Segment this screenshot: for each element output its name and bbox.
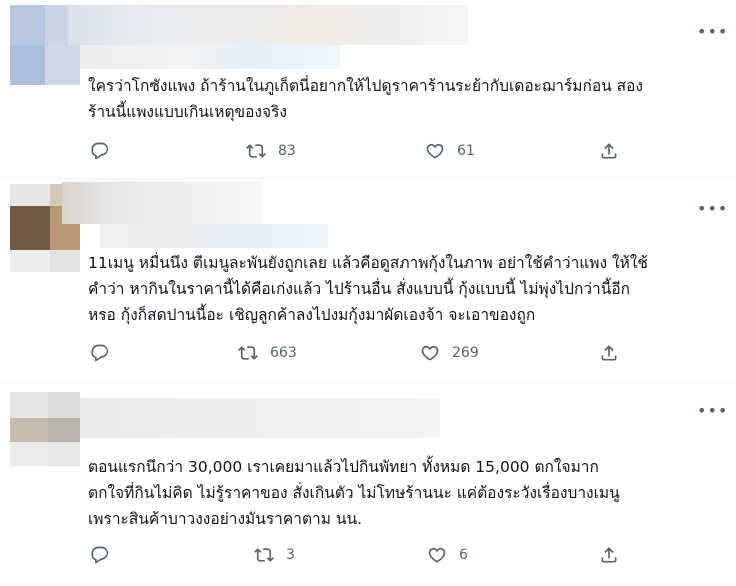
retweet-count: 83 [278, 143, 296, 159]
reply-icon [91, 344, 109, 362]
share-button[interactable] [599, 543, 619, 567]
retweet-button[interactable]: 663 [238, 341, 297, 365]
retweet-icon [246, 144, 266, 158]
avatar[interactable] [10, 392, 80, 466]
reply-button[interactable] [90, 341, 122, 365]
more-icon[interactable]: ••• [697, 24, 728, 40]
tweet-text: ตอนแรกนึกว่า 30,000 เราเคยมาแล้วไปกินพัท… [88, 458, 620, 528]
retweet-count: 663 [270, 345, 297, 361]
tweet-actions: 663 269 [90, 341, 630, 365]
tweet-text: ใครว่าโกซังแพง ถ้าร้านในภูเก็ตนี่อยากให้… [88, 77, 644, 121]
blurred-handle [100, 224, 328, 248]
more-icon[interactable]: ••• [697, 403, 728, 419]
share-icon [601, 143, 617, 159]
blurred-username [80, 398, 440, 438]
more-icon[interactable]: ••• [697, 201, 728, 217]
reply-icon [91, 546, 109, 564]
like-button[interactable]: 61 [425, 139, 475, 163]
blurred-handle [80, 45, 340, 69]
heart-icon [426, 143, 444, 159]
like-count: 6 [459, 547, 468, 563]
blurred-username [68, 5, 468, 45]
share-button[interactable] [599, 139, 619, 163]
tweet-actions: 3 6 [90, 543, 630, 567]
retweet-count: 3 [286, 547, 295, 563]
reply-button[interactable] [90, 543, 122, 567]
like-button[interactable]: 269 [420, 341, 479, 365]
like-count: 269 [452, 345, 479, 361]
blurred-username [62, 182, 262, 224]
share-icon [601, 547, 617, 563]
like-button[interactable]: 6 [427, 543, 468, 567]
tweet-2[interactable]: ••• 11เมนู หมื่นนึง ตีเมนูละพันยังถูกเลย… [0, 179, 736, 381]
tweet-actions: 83 61 [90, 139, 630, 163]
tweet-text: 11เมนู หมื่นนึง ตีเมนูละพันยังถูกเลย แล้… [88, 254, 648, 324]
retweet-button[interactable]: 3 [254, 543, 295, 567]
heart-icon [421, 345, 439, 361]
reply-icon [91, 142, 109, 160]
retweet-button[interactable]: 83 [246, 139, 296, 163]
share-button[interactable] [599, 341, 619, 365]
share-icon [601, 345, 617, 361]
retweet-icon [254, 548, 274, 562]
tweet-1[interactable]: ••• ใครว่าโกซังแพง ถ้าร้านในภูเก็ตนี่อยา… [0, 0, 736, 178]
reply-button[interactable] [90, 139, 122, 163]
like-count: 61 [457, 143, 475, 159]
tweet-3[interactable]: ••• ตอนแรกนึกว่า 30,000 เราเคยมาแล้วไปกิ… [0, 382, 736, 586]
heart-icon [428, 547, 446, 563]
retweet-icon [238, 346, 258, 360]
